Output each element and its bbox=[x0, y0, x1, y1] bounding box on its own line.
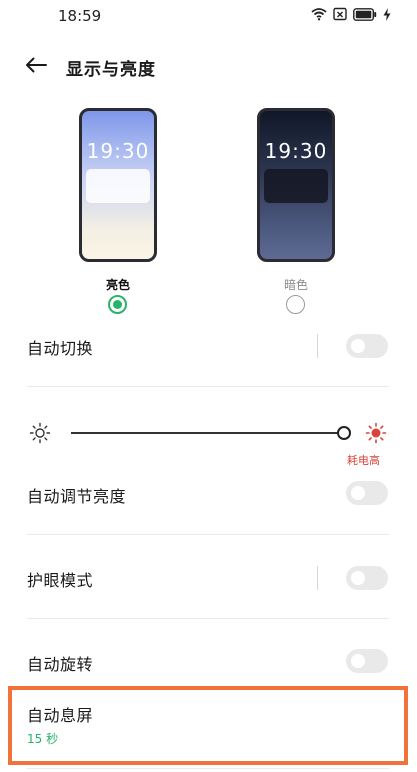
auto-brightness-toggle[interactable] bbox=[346, 481, 388, 505]
auto-sleep-value: 15 秒 bbox=[27, 732, 59, 746]
eye-care-toggle[interactable] bbox=[346, 566, 388, 590]
auto-sleep-row[interactable]: 自动息屏 15 秒 bbox=[27, 702, 389, 748]
battery-icon bbox=[353, 7, 377, 21]
sim-icon bbox=[333, 7, 347, 21]
arrow-left-icon bbox=[25, 57, 47, 77]
charging-icon bbox=[383, 7, 391, 21]
light-theme-option[interactable]: 19:30 亮色 bbox=[63, 108, 173, 318]
brightness-slider-thumb[interactable] bbox=[337, 426, 351, 440]
section-divider bbox=[27, 618, 389, 619]
light-preview-widget bbox=[86, 169, 150, 203]
light-preview-time: 19:30 bbox=[86, 139, 150, 163]
light-theme-label: 亮色 bbox=[105, 278, 130, 292]
divider bbox=[317, 334, 318, 358]
power-warning-label: 耗电高 bbox=[347, 454, 380, 467]
status-bar: 18:59 bbox=[0, 0, 417, 34]
section-divider bbox=[27, 386, 389, 387]
auto-rotate-label: 自动旋转 bbox=[27, 655, 94, 674]
theme-selector: 19:30 亮色 19:30 暗色 bbox=[0, 108, 417, 318]
status-icons bbox=[311, 7, 391, 21]
section-divider bbox=[27, 768, 389, 769]
dark-preview-time: 19:30 bbox=[264, 139, 328, 163]
dark-preview-widget bbox=[264, 169, 328, 203]
eye-care-label: 护眼模式 bbox=[27, 571, 94, 590]
divider bbox=[317, 566, 318, 590]
auto-switch-row[interactable]: 自动切换 bbox=[27, 333, 389, 359]
dark-theme-option[interactable]: 19:30 暗色 bbox=[241, 108, 351, 318]
back-button[interactable] bbox=[22, 54, 50, 80]
status-time: 18:59 bbox=[58, 7, 102, 25]
auto-rotate-row[interactable]: 自动旋转 bbox=[27, 648, 389, 674]
header: 显示与亮度 bbox=[0, 52, 417, 84]
auto-brightness-row[interactable]: 自动调节亮度 bbox=[27, 480, 389, 506]
auto-rotate-toggle[interactable] bbox=[346, 649, 388, 673]
wifi-icon bbox=[311, 7, 327, 21]
auto-switch-label: 自动切换 bbox=[27, 339, 94, 358]
sun-filled-icon bbox=[365, 422, 387, 448]
brightness-control: 耗电高 bbox=[27, 420, 389, 468]
dark-theme-label: 暗色 bbox=[283, 278, 308, 292]
dark-theme-radio[interactable] bbox=[286, 295, 305, 314]
sun-outline-icon bbox=[29, 422, 51, 448]
auto-sleep-label: 自动息屏 bbox=[27, 706, 94, 725]
page-title: 显示与亮度 bbox=[66, 60, 156, 80]
section-divider bbox=[27, 534, 389, 535]
brightness-slider-track[interactable] bbox=[71, 432, 341, 434]
auto-brightness-label: 自动调节亮度 bbox=[27, 487, 127, 506]
dark-theme-preview: 19:30 bbox=[257, 108, 335, 262]
light-theme-preview: 19:30 bbox=[79, 108, 157, 262]
auto-switch-toggle[interactable] bbox=[346, 334, 388, 358]
light-theme-radio[interactable] bbox=[108, 295, 127, 314]
eye-care-row[interactable]: 护眼模式 bbox=[27, 565, 389, 591]
